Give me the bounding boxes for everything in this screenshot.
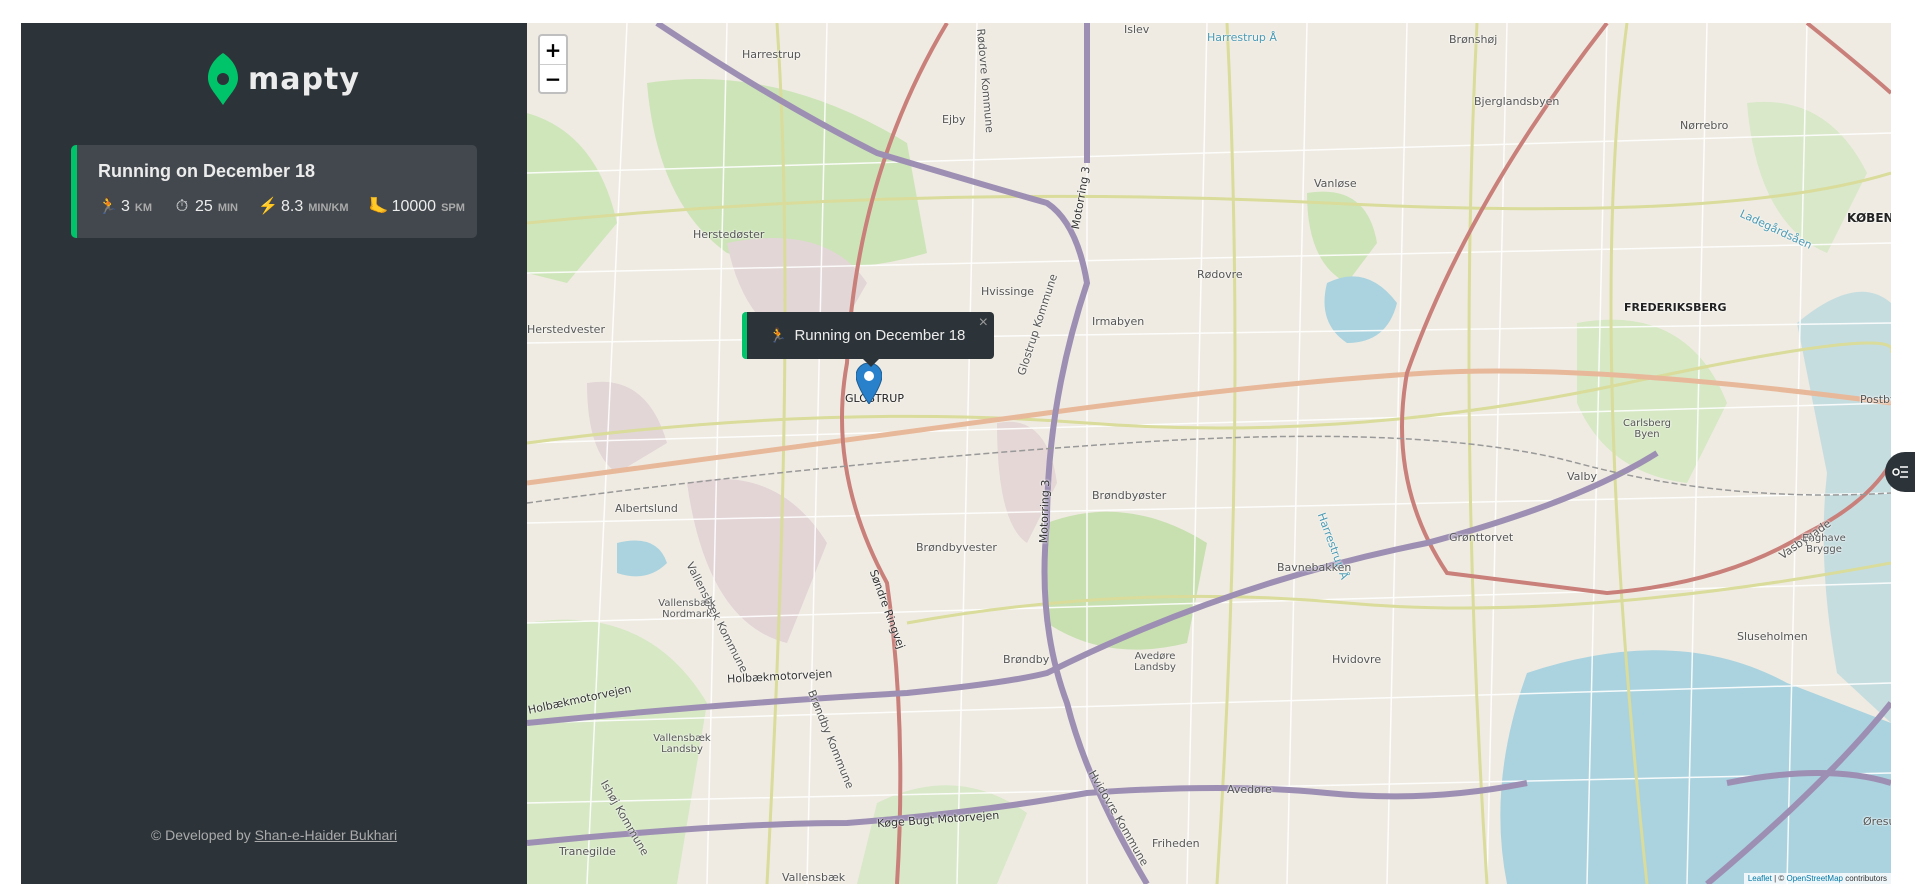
map-label: Herstedøster [693, 228, 765, 241]
map-label: Vallensbæk Landsby [653, 733, 711, 755]
map-label: Friheden [1152, 837, 1200, 850]
map-label: Brøndbyøster [1092, 489, 1167, 502]
map-label: Tranegilde [559, 845, 616, 858]
popup-tip [862, 358, 880, 367]
map-label: FREDERIKSBERG [1624, 301, 1727, 314]
map-label: Rødovre [1197, 268, 1243, 281]
pace-unit: min/km [308, 202, 349, 214]
workout-details: 🏃 3 km ⏱ 25 min ⚡ 8.3 min/km 🦶 10000 [98, 196, 465, 216]
map-label: Harrestrup [742, 48, 801, 61]
duration-unit: min [217, 202, 238, 214]
cadence-unit: spm [441, 202, 465, 214]
map-marker-icon[interactable] [856, 363, 882, 404]
workout-detail-cadence: 🦶 10000 spm [369, 196, 465, 216]
map-label: Vallensbæk Nordmark [658, 598, 716, 620]
list-settings-icon [1892, 466, 1908, 478]
map-label: Vanløse [1314, 177, 1357, 190]
map-label: Harrestrup Å [1207, 31, 1277, 44]
map-label: Sluseholmen [1737, 630, 1808, 643]
map-attribution: Leaflet | © OpenStreetMap contributors [1743, 873, 1891, 884]
map-label: Irmabyen [1092, 315, 1145, 328]
map-label: Islev [1124, 23, 1150, 36]
map-label: Motorring 3 [1037, 479, 1053, 544]
workout-detail-pace: ⚡ 8.3 min/km [258, 196, 349, 216]
map-label: Valby [1567, 470, 1597, 483]
zoom-control: + − [538, 34, 568, 94]
leaflet-link[interactable]: Leaflet [1748, 874, 1772, 883]
map-label: KØBEN [1847, 211, 1891, 225]
map-tiles[interactable] [527, 23, 1891, 884]
cadence-value: 10000 [391, 198, 437, 215]
workout-detail-distance: 🏃 3 km [98, 196, 152, 216]
lightning-icon: ⚡ [258, 198, 278, 215]
workout-card[interactable]: Running on December 18 🏃 3 km ⏱ 25 min ⚡… [71, 145, 477, 238]
attribution-separator: | © [1771, 874, 1787, 883]
map-label: Brøndby [1003, 653, 1050, 666]
osm-link[interactable]: OpenStreetMap [1786, 874, 1842, 883]
footprint-icon: 🦶 [368, 198, 389, 215]
duration-value: 25 [195, 198, 213, 215]
pace-value: 8.3 [280, 198, 304, 215]
app-container: mapty Running on December 18 🏃 3 km ⏱ 25… [21, 23, 1891, 884]
map-label: Avedøre Landsby [1134, 651, 1176, 673]
map-label: Øresu [1863, 815, 1891, 828]
workout-title: Running on December 18 [98, 161, 316, 181]
workout-detail-duration: ⏱ 25 min [172, 198, 238, 216]
stopwatch-icon: ⏱ [175, 198, 189, 215]
map-label: Bjerglandsbyen [1474, 95, 1560, 108]
zoom-in-button[interactable]: + [540, 36, 566, 64]
map-label: Nørrebro [1680, 119, 1729, 132]
close-icon[interactable]: × [979, 314, 988, 332]
map-label: Postby [1860, 393, 1891, 406]
map-label: Hvissinge [981, 285, 1035, 298]
running-icon: 🏃 [769, 327, 787, 343]
distance-unit: km [134, 202, 153, 214]
copyright: © Developed by Shan-e-Haider Bukhari [21, 827, 527, 843]
map-label: Herstedvester [527, 323, 605, 336]
running-icon: 🏃 [98, 198, 118, 215]
map-label: Vallensbæk [782, 871, 846, 884]
workout-popup[interactable]: 🏃 Running on December 18 × [742, 312, 994, 367]
map-label: Hvidovre [1332, 653, 1382, 666]
copyright-prefix: © Developed by [150, 827, 255, 843]
distance-value: 3 [121, 198, 130, 215]
map-label: Avedøre [1227, 783, 1272, 796]
popup-text: Running on December 18 [794, 327, 966, 344]
logo-text: mapty [248, 61, 360, 97]
map-label: Bavnebakken [1277, 561, 1352, 574]
zoom-out-button[interactable]: − [540, 64, 566, 92]
map-label: Ejby [942, 113, 966, 126]
map-pin-icon [208, 53, 238, 105]
sidebar: mapty Running on December 18 🏃 3 km ⏱ 25… [21, 23, 527, 884]
attribution-suffix: contributors [1842, 874, 1887, 883]
author-link[interactable]: Shan-e-Haider Bukhari [255, 827, 397, 843]
map-label: Brøndbyvester [916, 541, 997, 554]
map-label: Enghave Brygge [1802, 533, 1846, 555]
map-label: Albertslund [615, 502, 678, 515]
map[interactable]: Islev Brønshøj Harrestrup Harrestrup Å B… [527, 23, 1891, 884]
map-label: Grønttorvet [1449, 531, 1514, 544]
map-label: Brønshøj [1449, 33, 1498, 46]
map-label: Carlsberg Byen [1623, 418, 1671, 440]
logo: mapty [208, 53, 360, 105]
